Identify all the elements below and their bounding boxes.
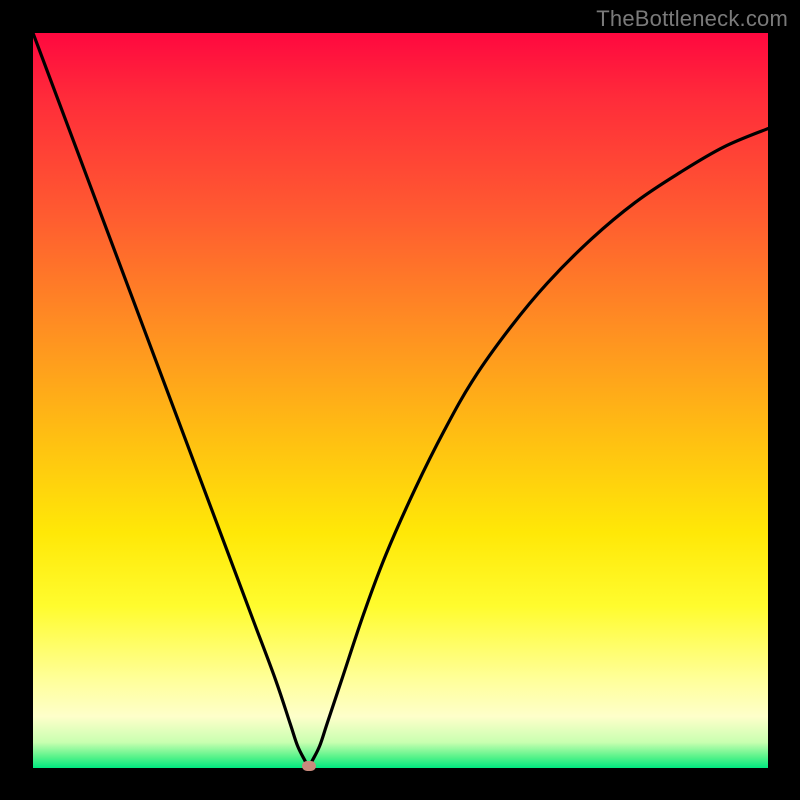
plot-area [33, 33, 768, 768]
watermark-text: TheBottleneck.com [596, 6, 788, 32]
optimum-marker [302, 761, 316, 771]
bottleneck-curve [33, 33, 768, 768]
chart-stage: TheBottleneck.com [0, 0, 800, 800]
